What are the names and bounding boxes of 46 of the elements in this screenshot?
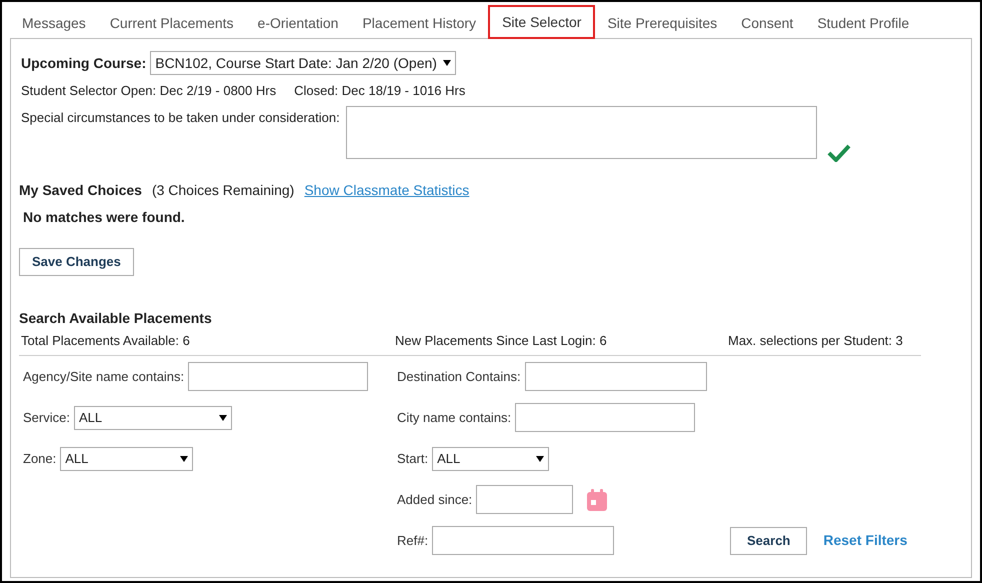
special-label: Special circumstances to be taken under consideration: <box>21 108 340 127</box>
classmate-statistics-link[interactable]: Show Classmate Statistics <box>304 180 470 200</box>
text-field[interactable] <box>188 362 368 391</box>
filter-label: Destination Contains: <box>397 368 521 386</box>
placement-stat: Max. selections per Student: 3 <box>728 332 904 350</box>
tab[interactable]: Current Placements <box>98 8 246 38</box>
open-date: Student Selector Open: Dec 2/19 - 0800 Hrs <box>21 82 276 100</box>
closed-date: Closed: Dec 18/19 - 1016 Hrs <box>294 82 466 100</box>
caret-icon <box>180 456 188 462</box>
text-field[interactable] <box>515 403 696 432</box>
filter-label: Agency/Site name contains: <box>23 368 184 386</box>
filter-label: Service: <box>23 408 70 427</box>
text-field[interactable] <box>476 485 574 514</box>
course-select[interactable]: BCN102, Course Start Date: Jan 2/20 (Open) <box>150 51 456 75</box>
course-label: Upcoming Course: <box>21 54 146 73</box>
filter-label: City name contains: <box>397 408 512 427</box>
no-matches-message: No matches were found. <box>22 208 186 226</box>
tab[interactable]: Consent <box>729 8 806 38</box>
filter-label: Zone: <box>23 450 56 468</box>
calendar-icon[interactable] <box>587 488 608 510</box>
tab[interactable]: Student Profile <box>805 8 922 38</box>
select-field[interactable]: ALL <box>60 446 194 470</box>
select-field[interactable]: ALL <box>432 446 550 470</box>
caret-icon <box>442 60 451 66</box>
tab[interactable]: Site Prerequisites <box>595 8 730 38</box>
choices-remaining: (3 Choices Remaining) <box>152 180 294 200</box>
special-textarea[interactable] <box>346 106 817 158</box>
text-field[interactable] <box>524 362 707 391</box>
search-title: Search Available Placements <box>19 308 213 328</box>
tab[interactable]: Site Selector <box>488 5 596 39</box>
search-button[interactable]: Search <box>730 526 808 554</box>
placement-stat: Total Placements Available: 6 <box>21 332 191 350</box>
reset-filters-link[interactable]: Reset Filters <box>823 530 908 551</box>
saved-choices-title: My Saved Choices <box>19 180 142 200</box>
filter-label: Start: <box>397 450 428 468</box>
text-field[interactable] <box>432 526 614 555</box>
tab[interactable]: Placement History <box>350 8 488 38</box>
filter-label: Ref#: <box>397 532 428 550</box>
filter-label: Added since: <box>397 490 472 509</box>
select-field[interactable]: ALL <box>74 406 232 430</box>
caret-icon <box>218 414 227 420</box>
save-changes-button[interactable]: Save Changes <box>19 248 134 276</box>
placement-stat: New Placements Since Last Login: 6 <box>395 332 608 350</box>
tab[interactable]: e-Orientation <box>246 8 350 38</box>
caret-icon <box>536 456 544 462</box>
tab[interactable]: Messages <box>10 8 98 38</box>
